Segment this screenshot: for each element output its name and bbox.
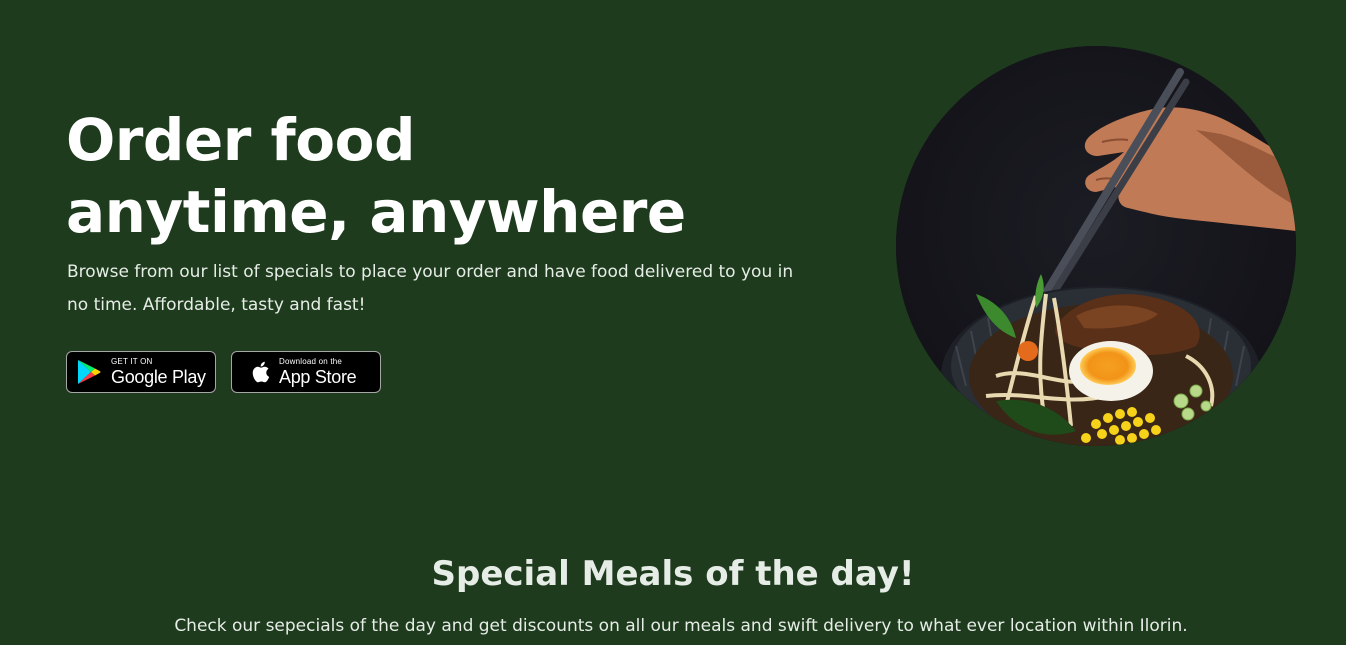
app-store-label: App Store bbox=[279, 367, 357, 387]
landing-page: Order food anytime, anywhere Browse from… bbox=[0, 0, 1346, 645]
specials-title: Special Meals of the day! bbox=[431, 554, 915, 594]
google-play-small-label: GET IT ON bbox=[111, 357, 153, 366]
app-store-small-label: Download on the bbox=[279, 357, 343, 366]
google-play-label: Google Play bbox=[111, 367, 206, 387]
apple-icon bbox=[249, 360, 271, 384]
google-play-label-group: GET IT ON Google Play bbox=[111, 357, 206, 387]
hero-food-image bbox=[896, 46, 1296, 446]
hero-title: Order food anytime, anywhere bbox=[66, 106, 686, 246]
app-store-label-group: Download on the App Store bbox=[279, 357, 357, 387]
hero-description: Browse from our list of specials to plac… bbox=[67, 262, 794, 315]
app-store-button[interactable]: Download on the App Store bbox=[231, 351, 381, 393]
google-play-icon bbox=[77, 359, 101, 385]
specials-description: Check our sepecials of the day and get d… bbox=[174, 616, 1188, 636]
google-play-button[interactable]: GET IT ON Google Play bbox=[66, 351, 216, 393]
